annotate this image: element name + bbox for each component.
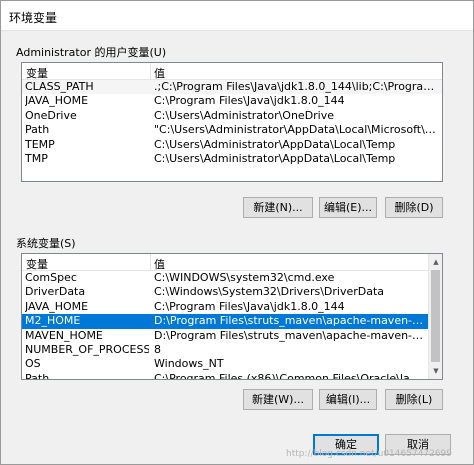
variable-value: "C:\Users\Administrator\AppData\Local\Mi… — [154, 123, 438, 137]
table-row[interactable]: Path "C:\Users\Administrator\AppData\Loca… — [22, 123, 442, 137]
variable-name: Path — [25, 371, 50, 380]
table-row[interactable]: MAVEN_HOME D:\Program Files\struts_maven\… — [22, 329, 428, 343]
column-separator[interactable] — [150, 63, 151, 80]
scrollbar-thumb[interactable] — [431, 270, 440, 362]
variable-value: C:\Program Files (x86)\Common Files\Orac… — [154, 371, 424, 380]
table-row-selected[interactable]: M2_HOME D:\Program Files\struts_maven\apa… — [22, 314, 428, 329]
user-variable-rows: CLASS_PATH .;C:\Program Files\Java\jdk1.8… — [22, 80, 442, 166]
system-new-button[interactable]: 新建(W)... — [243, 389, 313, 410]
user-variables-list[interactable]: 变量 值 CLASS_PATH .;C:\Program Files\Java\j… — [21, 62, 443, 182]
variable-name: OS — [25, 357, 41, 371]
variable-name: NUMBER_OF_PROCESSORS — [25, 342, 149, 356]
variable-name: DriverData — [25, 285, 86, 299]
system-variable-rows: ComSpec C:\WINDOWS\system32\cmd.exe Drive… — [22, 271, 428, 380]
variable-value: C:\Windows\System32\Drivers\DriverData — [154, 285, 385, 299]
variable-value: .;C:\Program Files\Java\jdk1.8.0_144\lib… — [154, 80, 438, 93]
table-row[interactable]: JAVA_HOME C:\Program Files\Java\jdk1.8.0_… — [22, 300, 428, 314]
column-header-variable[interactable]: 变量 — [26, 256, 150, 271]
variable-value: D:\Program Files\struts_maven\apache-mav… — [154, 314, 424, 328]
title-bar[interactable]: 环境变量 — [1, 1, 473, 31]
table-row[interactable]: DriverData C:\Windows\System32\Drivers\Dr… — [22, 285, 428, 299]
user-new-button[interactable]: 新建(N)... — [243, 197, 313, 218]
watermark-text: http://blog.csdn.net/u014657472699 — [286, 449, 452, 459]
variable-name: OneDrive — [25, 108, 77, 122]
user-list-header: 变量 值 — [22, 63, 442, 80]
variable-value: 8 — [154, 342, 161, 356]
user-variables-label: Administrator 的用户变量(U) — [16, 46, 167, 59]
column-separator[interactable] — [150, 254, 151, 271]
variable-name: TMP — [25, 151, 48, 165]
system-delete-button[interactable]: 删除(L) — [385, 389, 443, 410]
column-header-value[interactable]: 值 — [154, 65, 165, 80]
user-edit-button[interactable]: 编辑(E)... — [319, 197, 377, 218]
variable-name: M2_HOME — [25, 314, 81, 328]
table-row[interactable]: Path C:\Program Files (x86)\Common Files\… — [22, 371, 428, 380]
vertical-scrollbar[interactable]: ▲ ▼ — [428, 254, 442, 379]
variable-name: TEMP — [25, 137, 55, 151]
variable-name: JAVA_HOME — [25, 299, 89, 313]
table-row[interactable]: TEMP C:\Users\Administrator\AppData\Local… — [22, 138, 442, 152]
table-row[interactable]: JAVA_HOME C:\Program Files\Java\jdk1.8.0_… — [22, 94, 442, 108]
window-title: 环境变量 — [9, 11, 58, 25]
scroll-down-icon[interactable]: ▼ — [429, 364, 442, 378]
table-row[interactable]: TMP C:\Users\Administrator\AppData\Local\… — [22, 152, 442, 166]
table-row[interactable]: CLASS_PATH .;C:\Program Files\Java\jdk1.8… — [22, 80, 442, 95]
user-delete-button[interactable]: 删除(D) — [385, 197, 443, 218]
environment-variables-dialog: 环境变量 Administrator 的用户变量(U) 变量 值 CLASS_P… — [0, 0, 474, 465]
variable-name: JAVA_HOME — [25, 94, 89, 108]
variable-name: ComSpec — [25, 271, 77, 284]
system-edit-button[interactable]: 编辑(I)... — [319, 389, 377, 410]
system-list-header: 变量 值 — [22, 254, 428, 271]
column-header-value[interactable]: 值 — [154, 256, 165, 271]
variable-value: Windows_NT — [154, 357, 224, 371]
variable-value: C:\Users\Administrator\OneDrive — [154, 108, 335, 122]
variable-name: MAVEN_HOME — [25, 328, 103, 342]
variable-value: C:\Program Files\Java\jdk1.8.0_144 — [154, 299, 345, 313]
table-row[interactable]: OS Windows_NT — [22, 357, 428, 371]
variable-value: D:\Program Files\struts_maven\apache-mav… — [154, 328, 424, 342]
system-variables-label: 系统变量(S) — [16, 237, 76, 250]
variable-name: CLASS_PATH — [25, 80, 94, 93]
column-header-variable[interactable]: 变量 — [26, 65, 150, 80]
variable-value: C:\WINDOWS\system32\cmd.exe — [154, 271, 335, 284]
system-variables-list[interactable]: 变量 值 ComSpec C:\WINDOWS\system32\cmd.exe … — [21, 253, 443, 380]
table-row[interactable]: ComSpec C:\WINDOWS\system32\cmd.exe — [22, 271, 428, 285]
variable-value: C:\Program Files\Java\jdk1.8.0_144 — [154, 94, 345, 108]
variable-value: C:\Users\Administrator\AppData\Local\Tem… — [154, 151, 396, 165]
table-row[interactable]: OneDrive C:\Users\Administrator\OneDrive — [22, 109, 442, 123]
variable-value: C:\Users\Administrator\AppData\Local\Tem… — [154, 137, 396, 151]
variable-name: Path — [25, 123, 50, 137]
table-row[interactable]: NUMBER_OF_PROCESSORS 8 — [22, 343, 428, 357]
scroll-up-icon[interactable]: ▲ — [429, 255, 442, 269]
